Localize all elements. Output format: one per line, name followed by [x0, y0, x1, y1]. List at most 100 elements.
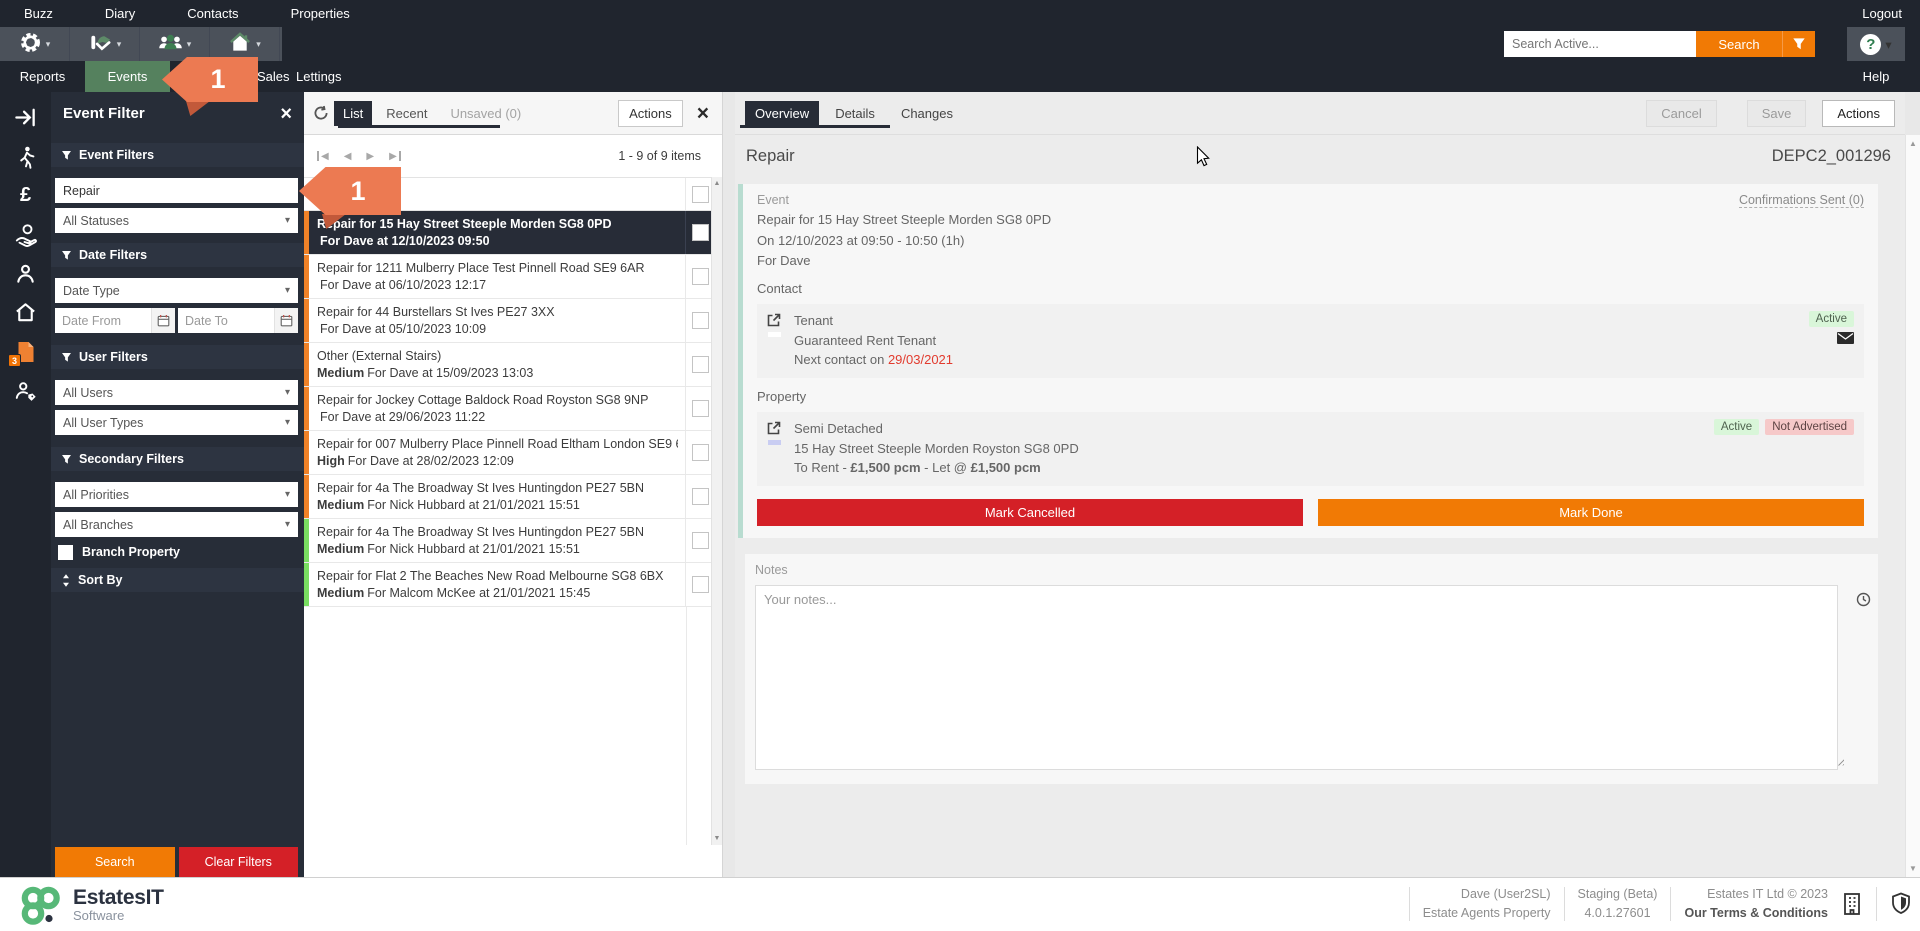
- open-property-icon[interactable]: [767, 421, 781, 435]
- mark-done-button[interactable]: Mark Done: [1318, 499, 1864, 526]
- mark-cancelled-button[interactable]: Mark Cancelled: [757, 499, 1303, 526]
- list-item[interactable]: Repair for 44 Burstellars St Ives PE27 3…: [304, 299, 722, 343]
- page-scrollbar[interactable]: ▲ ▼: [1905, 135, 1920, 877]
- scroll-down-icon[interactable]: ▼: [712, 835, 722, 842]
- tab-help-label[interactable]: Help: [1847, 61, 1905, 92]
- tab-reports[interactable]: Reports: [0, 61, 85, 92]
- row-checkbox[interactable]: [692, 312, 709, 329]
- accounts-pound-icon[interactable]: £: [12, 182, 39, 209]
- cancel-button[interactable]: Cancel: [1646, 100, 1716, 127]
- search-button[interactable]: Search: [1696, 31, 1782, 57]
- logout-button[interactable]: Logout: [1862, 6, 1902, 21]
- list-item[interactable]: Repair for 1211 Mulberry Place Test Pinn…: [304, 255, 722, 299]
- list-tab-list[interactable]: List: [334, 101, 372, 126]
- calendar-icon[interactable]: [151, 308, 175, 333]
- diary-menu-button[interactable]: ▾: [70, 27, 140, 61]
- row-checkbox[interactable]: [692, 576, 709, 593]
- list-item-title: Repair for 4a The Broadway St Ives Hunti…: [317, 524, 678, 541]
- scroll-down-icon[interactable]: ▼: [1906, 864, 1920, 873]
- detail-actions-button[interactable]: Actions: [1822, 100, 1895, 127]
- applicants-walker-icon[interactable]: [12, 143, 39, 170]
- status-select[interactable]: All Statuses▾: [55, 208, 298, 233]
- list-item[interactable]: Other (External Stairs) MediumFor Dave a…: [304, 343, 722, 387]
- save-button[interactable]: Save: [1747, 100, 1807, 127]
- detail-tab-overview[interactable]: Overview: [745, 101, 819, 126]
- menu-item-diary[interactable]: Diary: [105, 6, 135, 21]
- calendar-icon[interactable]: [274, 308, 298, 333]
- date-type-select[interactable]: Date Type▾: [55, 278, 298, 303]
- users-select[interactable]: All Users▾: [55, 380, 298, 405]
- notes-textarea[interactable]: [755, 585, 1838, 770]
- pagination-label: 1 - 9 of 9 items: [618, 149, 709, 163]
- date-to-input[interactable]: Date To: [178, 308, 298, 333]
- user-tag-icon[interactable]: [12, 377, 39, 404]
- tab-lettings[interactable]: Lettings: [296, 61, 342, 92]
- people-group-icon: [158, 31, 183, 57]
- close-list-icon[interactable]: ×: [697, 103, 709, 124]
- last-page-button[interactable]: ▶: [389, 151, 401, 162]
- email-icon[interactable]: [1837, 332, 1854, 344]
- tab-events[interactable]: Events: [85, 61, 170, 92]
- list-item[interactable]: Repair for Flat 2 The Beaches New Road M…: [304, 563, 722, 607]
- chevron-down-icon: ▾: [285, 215, 290, 226]
- first-page-button[interactable]: ◀: [317, 151, 329, 162]
- properties-menu-button[interactable]: ▾: [210, 27, 280, 61]
- prev-page-button[interactable]: ◀: [344, 151, 352, 162]
- priorities-select[interactable]: All Priorities▾: [55, 482, 298, 507]
- collapse-panel-icon[interactable]: [12, 104, 39, 131]
- properties-home-icon[interactable]: [12, 299, 39, 326]
- detail-tab-changes[interactable]: Changes: [891, 101, 963, 126]
- documents-icon[interactable]: 3: [12, 338, 39, 365]
- list-item[interactable]: Repair for 4a The Broadway St Ives Hunti…: [304, 519, 722, 563]
- select-all-checkbox[interactable]: [692, 186, 709, 203]
- menu-item-properties[interactable]: Properties: [291, 6, 350, 21]
- list-item[interactable]: Repair for Jockey Cottage Baldock Road R…: [304, 387, 722, 431]
- scroll-up-icon[interactable]: ▲: [712, 180, 722, 187]
- user-types-select[interactable]: All User Types▾: [55, 410, 298, 435]
- next-page-button[interactable]: ▶: [366, 151, 374, 162]
- search-input[interactable]: [1504, 31, 1696, 57]
- detail-tab-details[interactable]: Details: [825, 101, 885, 126]
- scroll-up-icon[interactable]: ▲: [1906, 139, 1920, 148]
- contacts-menu-button[interactable]: ▾: [140, 27, 210, 61]
- filter-search-button[interactable]: Search: [55, 847, 175, 877]
- confirmations-link[interactable]: Confirmations Sent (0): [1739, 193, 1864, 208]
- clock-icon[interactable]: [1852, 588, 1874, 614]
- clear-filters-button[interactable]: Clear Filters: [179, 847, 299, 877]
- list-item[interactable]: Repair for 007 Mulberry Place Pinnell Ro…: [304, 431, 722, 475]
- row-checkbox[interactable]: [692, 268, 709, 285]
- list-tab-unsaved[interactable]: Unsaved (0): [441, 101, 530, 126]
- contacts-person-icon[interactable]: [12, 260, 39, 287]
- list-scrollbar[interactable]: ▲ ▼: [711, 177, 722, 845]
- row-checkbox[interactable]: [692, 532, 709, 549]
- search-filter-button[interactable]: [1782, 31, 1815, 57]
- list-actions-button[interactable]: Actions: [618, 100, 683, 127]
- menu-item-contacts[interactable]: Contacts: [187, 6, 238, 21]
- help-button[interactable]: ? ▾: [1847, 27, 1905, 61]
- priority-color-bar: [304, 563, 309, 606]
- branches-select[interactable]: All Branches▾: [55, 512, 298, 537]
- settings-menu-button[interactable]: ▾: [0, 27, 70, 61]
- menu-item-buzz[interactable]: Buzz: [24, 6, 53, 21]
- date-from-input[interactable]: Date From: [55, 308, 175, 333]
- property-address: 15 Hay Street Steeple Morden Royston SG8…: [794, 439, 1079, 459]
- tab-sales[interactable]: Sales: [257, 61, 290, 92]
- row-checkbox[interactable]: [692, 400, 709, 417]
- row-checkbox[interactable]: [692, 488, 709, 505]
- list-item[interactable]: Repair for 4a The Broadway St Ives Hunti…: [304, 475, 722, 519]
- row-checkbox[interactable]: [692, 444, 709, 461]
- refresh-icon[interactable]: [313, 105, 329, 121]
- shield-icon[interactable]: [1890, 892, 1912, 916]
- row-checkbox[interactable]: [692, 224, 709, 241]
- building-icon[interactable]: [1841, 892, 1863, 916]
- terms-link[interactable]: Our Terms & Conditions: [1684, 904, 1828, 923]
- open-contact-icon[interactable]: [767, 313, 781, 327]
- payments-hand-icon[interactable]: [12, 221, 39, 248]
- event-type-input[interactable]: Repair: [55, 178, 298, 203]
- close-filter-icon[interactable]: ×: [280, 104, 292, 124]
- list-item-title: Repair for Flat 2 The Beaches New Road M…: [317, 568, 678, 585]
- branch-property-checkbox[interactable]: [58, 545, 73, 560]
- row-checkbox[interactable]: [692, 356, 709, 373]
- list-tab-recent[interactable]: Recent: [377, 101, 436, 126]
- list-item[interactable]: Repair for 15 Hay Street Steeple Morden …: [304, 211, 722, 255]
